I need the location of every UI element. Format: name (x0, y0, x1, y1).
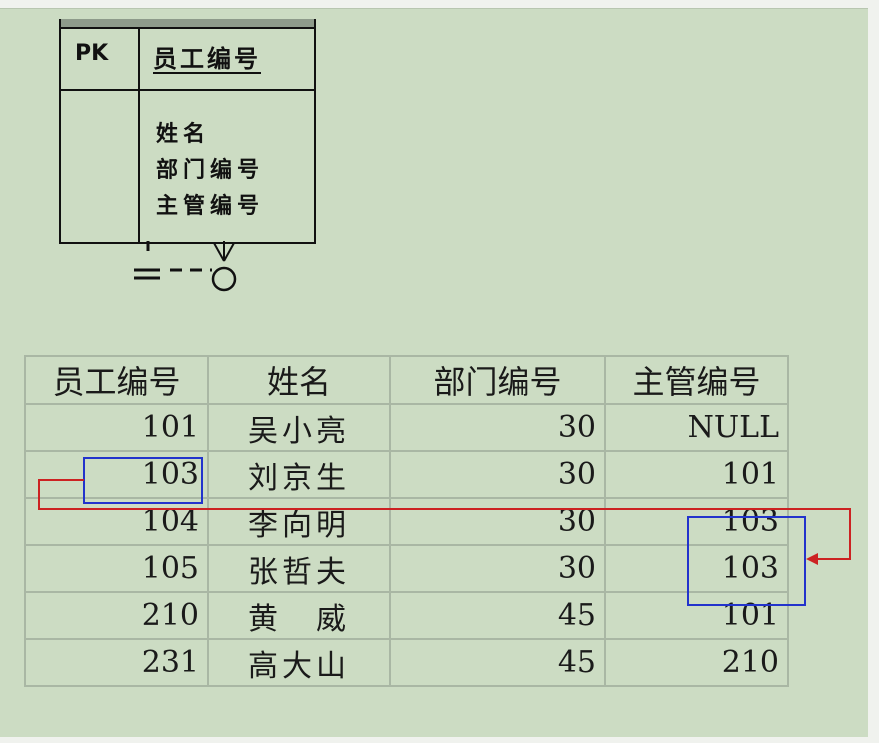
highlight-box-employee-103 (83, 457, 203, 504)
reference-arrowhead (806, 553, 818, 565)
annotation-overlay (38, 457, 851, 606)
reference-arrow-line (38, 479, 851, 560)
highlight-box-manager-103 (687, 516, 806, 606)
